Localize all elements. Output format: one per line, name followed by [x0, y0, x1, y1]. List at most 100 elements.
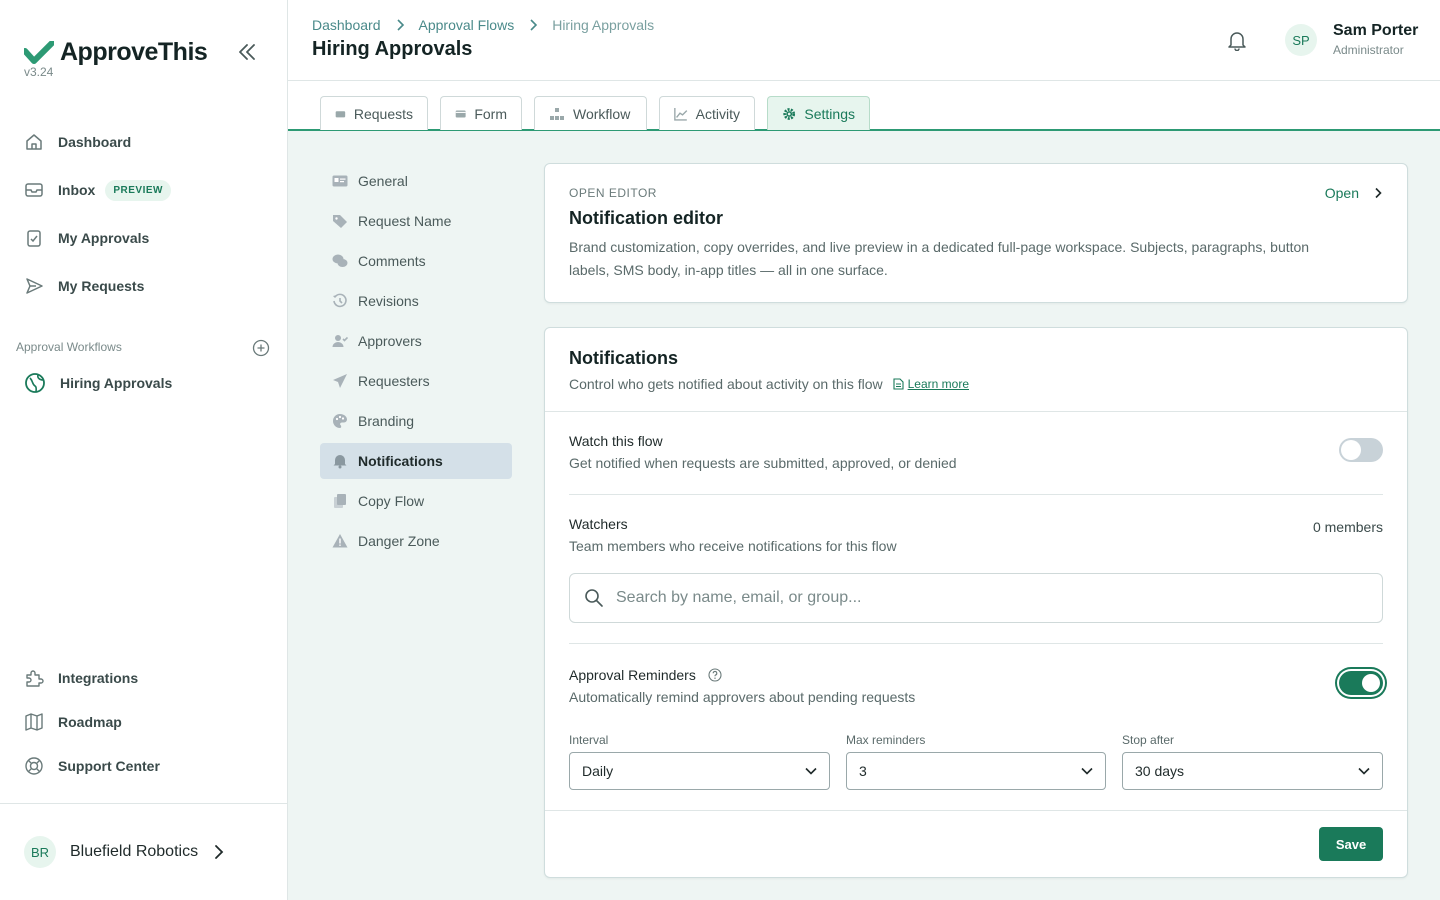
sidebar-item-label: Integrations: [58, 670, 139, 686]
approval-reminders-toggle[interactable]: [1339, 671, 1383, 695]
breadcrumb-approval-flows[interactable]: Approval Flows: [419, 17, 515, 33]
max-reminders-value: 3: [859, 763, 867, 779]
chevron-down-icon: [1358, 767, 1370, 775]
save-button[interactable]: Save: [1319, 827, 1383, 861]
flow-item-hiring-approvals[interactable]: Hiring Approvals: [24, 372, 172, 394]
interval-value: Daily: [582, 763, 614, 779]
settings-nav-label: Requesters: [358, 373, 430, 389]
watchers-title: Watchers: [569, 516, 628, 532]
sidebar-item-roadmap[interactable]: Roadmap: [24, 700, 264, 744]
sidebar-item-label: Inbox: [58, 182, 96, 198]
settings-nav-requesters[interactable]: Requesters: [320, 363, 512, 399]
bell-icon[interactable]: [1226, 29, 1248, 52]
sidebar-item-label: Roadmap: [58, 714, 122, 730]
editor-title: Notification editor: [569, 208, 723, 228]
settings-nav-revisions[interactable]: Revisions: [320, 283, 512, 319]
user-avatar[interactable]: SP: [1285, 24, 1317, 56]
approval-reminders-title: Approval Reminders: [569, 667, 696, 683]
sidebar-item-inbox[interactable]: Inbox PREVIEW: [24, 166, 264, 214]
chevron-down-icon: [1081, 767, 1093, 775]
copy-icon: [334, 494, 346, 508]
settings-nav-branding[interactable]: Branding: [320, 403, 512, 439]
sidebar-item-integrations[interactable]: Integrations: [24, 656, 264, 700]
breadcrumb-dashboard[interactable]: Dashboard: [312, 17, 381, 33]
clipboard-check-icon: [27, 230, 41, 247]
editor-description: Brand customization, copy overrides, and…: [569, 239, 1310, 278]
stop-after-value: 30 days: [1135, 763, 1185, 779]
editor-eyebrow: OPEN EDITOR: [569, 186, 657, 200]
settings-nav-copy-flow[interactable]: Copy Flow: [320, 483, 512, 519]
interval-select[interactable]: Daily: [569, 752, 830, 790]
org-avatar: BR: [24, 836, 56, 868]
settings-nav-label: Comments: [358, 253, 426, 269]
main-nav: Dashboard Inbox PREVIEW My Approvals My …: [24, 118, 264, 310]
preview-badge: PREVIEW: [105, 179, 171, 201]
watchers-search[interactable]: [569, 573, 1383, 623]
divider: [545, 810, 1407, 811]
settings-nav-danger-zone[interactable]: Danger Zone: [320, 523, 512, 559]
help-icon[interactable]: [708, 668, 722, 682]
settings-nav-general[interactable]: General: [320, 163, 512, 199]
settings-nav-request-name[interactable]: Request Name: [320, 203, 512, 239]
settings-nav-comments[interactable]: Comments: [320, 243, 512, 279]
home-icon: [26, 134, 42, 150]
approval-reminders-title-row: Approval Reminders: [569, 667, 722, 683]
form-icon: [455, 109, 466, 118]
watch-flow-toggle[interactable]: [1339, 438, 1383, 462]
sidebar-item-my-requests[interactable]: My Requests: [24, 262, 264, 310]
inbox-icon: [25, 183, 43, 197]
settings-nav-notifications[interactable]: Notifications: [320, 443, 512, 479]
user-name: Sam Porter: [1333, 22, 1419, 39]
settings-nav-label: Request Name: [358, 213, 452, 229]
watch-flow-desc: Get notified when requests are submitted…: [569, 455, 957, 471]
tab-label: Workflow: [573, 105, 631, 122]
tab-settings[interactable]: Settings: [767, 96, 870, 130]
document-icon: [893, 378, 904, 390]
paper-plane-icon: [333, 374, 347, 388]
open-label: Open: [1324, 185, 1359, 201]
notifications-subtitle-row: Control who gets notified about activity…: [569, 376, 969, 392]
tab-requests[interactable]: Requests: [320, 96, 428, 130]
stop-after-select[interactable]: 30 days: [1122, 752, 1383, 790]
settings-nav-label: Copy Flow: [358, 493, 425, 509]
tab-label: Activity: [695, 105, 740, 122]
bottom-nav: Integrations Roadmap Support Center: [24, 656, 264, 788]
breadcrumb: Dashboard Approval Flows Hiring Approval…: [312, 17, 654, 33]
settings-nav-label: Revisions: [358, 293, 419, 309]
learn-more-link[interactable]: Learn more: [893, 377, 969, 391]
open-editor-link[interactable]: Open: [1325, 185, 1383, 201]
divider: [0, 803, 288, 804]
history-icon: [333, 293, 347, 308]
tab-workflow[interactable]: Workflow: [534, 96, 647, 130]
sidebar-item-label: My Approvals: [58, 230, 150, 246]
sidebar-item-dashboard[interactable]: Dashboard: [24, 118, 264, 166]
send-icon: [26, 278, 43, 294]
tab-form[interactable]: Form: [440, 96, 522, 130]
notifications-card: Notifications Control who gets notified …: [544, 327, 1408, 878]
org-name: Bluefield Robotics: [70, 843, 199, 860]
checkmark-logo-icon: [24, 40, 54, 64]
notifications-title: Notifications: [569, 348, 679, 368]
divider: [569, 643, 1383, 644]
settings-nav-approvers[interactable]: Approvers: [320, 323, 512, 359]
watchers-search-input[interactable]: [616, 589, 1336, 607]
user-role: Administrator: [1333, 43, 1404, 57]
sidebar-item-my-approvals[interactable]: My Approvals: [24, 214, 264, 262]
watchers-count: 0 members: [1312, 519, 1383, 535]
app-logo[interactable]: ApproveThis: [24, 38, 208, 67]
search-icon: [585, 589, 603, 607]
add-workflow-icon[interactable]: [252, 339, 270, 357]
divider: [545, 411, 1407, 412]
chevron-right-icon: [530, 19, 538, 31]
sidebar-item-label: My Requests: [58, 278, 145, 294]
collapse-sidebar-icon[interactable]: [236, 42, 258, 62]
tab-activity[interactable]: Activity: [659, 96, 755, 130]
org-switcher[interactable]: BR Bluefield Robotics: [24, 836, 226, 868]
max-reminders-label: Max reminders: [846, 733, 926, 747]
max-reminders-select[interactable]: 3: [846, 752, 1106, 790]
inbox-icon: [335, 110, 346, 117]
sidebar-item-support-center[interactable]: Support Center: [24, 744, 264, 788]
chart-icon: [674, 107, 688, 121]
app-name: ApproveThis: [60, 38, 208, 66]
chevron-right-icon: [396, 19, 404, 31]
